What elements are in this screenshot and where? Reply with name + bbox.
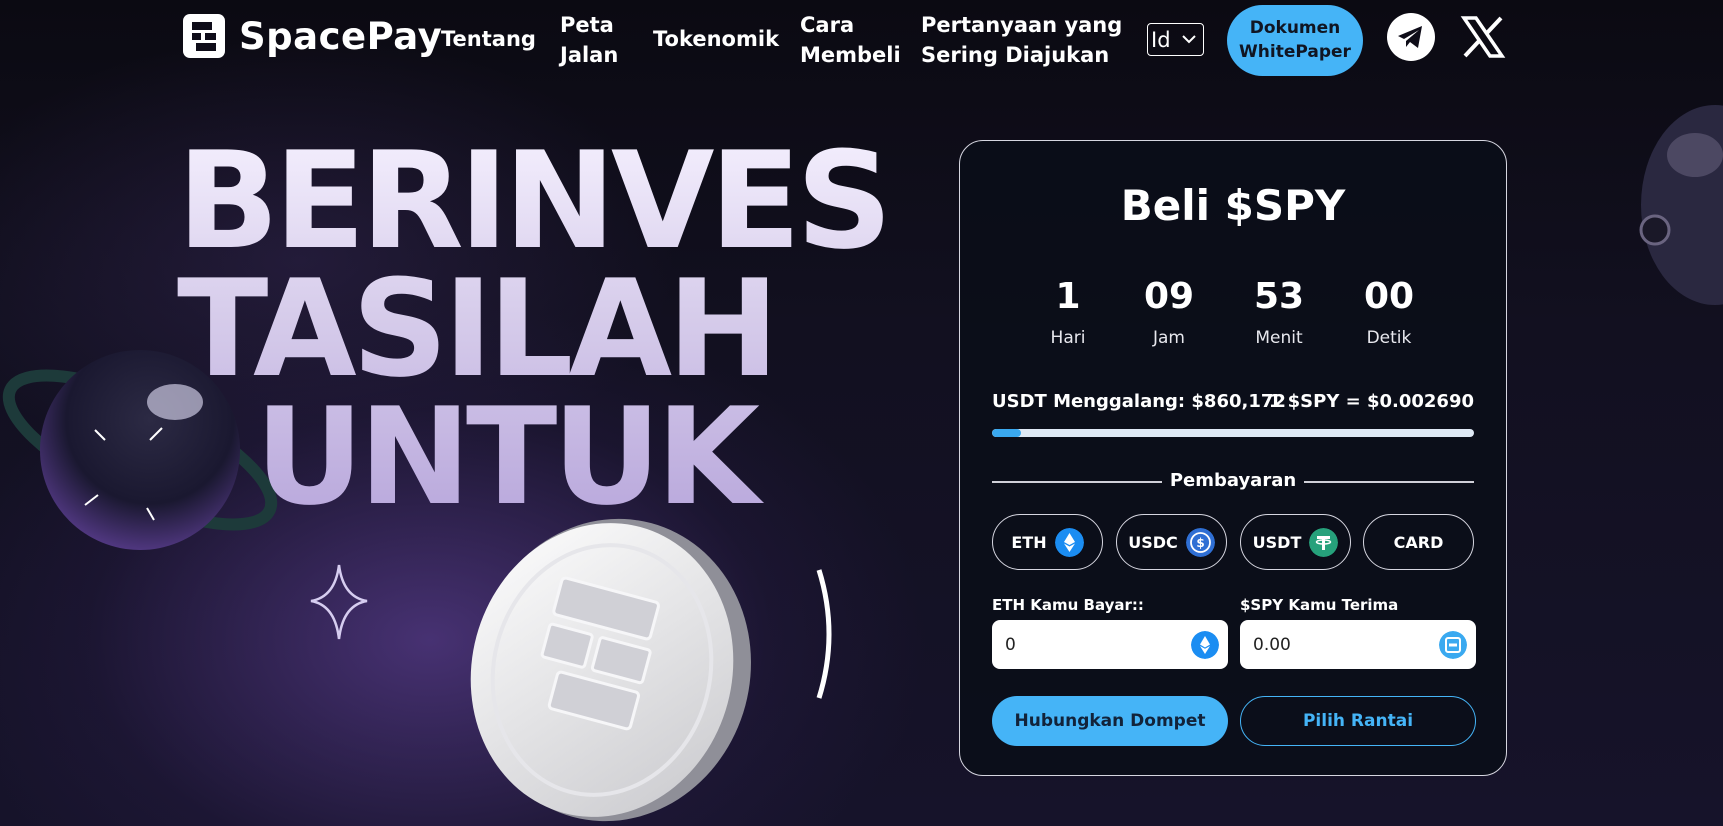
whitepaper-button-label: WhitePaper — [1239, 42, 1351, 62]
buy-title: Beli $SPY — [1120, 181, 1346, 230]
countdown-value: 09 — [1143, 276, 1195, 317]
usdc-icon: $ — [1185, 527, 1215, 557]
token-price: 1 $SPY = $0.002690 — [1268, 391, 1474, 412]
whitepaper-button-label: Dokumen — [1249, 18, 1341, 38]
chevron-down-icon — [1182, 35, 1196, 44]
payment-heading: Pembayaran — [1169, 470, 1297, 491]
spy-token-icon — [1439, 631, 1467, 659]
astronaut-helmet-icon — [1639, 105, 1723, 305]
nav-link-cara-membeli[interactable]: Cara Membeli — [800, 10, 901, 70]
language-select[interactable]: Id — [1147, 23, 1204, 56]
countdown-seconds: 00 Detik — [1344, 274, 1434, 350]
buy-widget: Beli $SPY 1 Hari 09 Jam 53 Menit 00 Deti… — [959, 140, 1507, 776]
select-chain-button[interactable]: Pilih Rantai — [1240, 696, 1476, 746]
pay-eth-button[interactable]: ETH — [992, 514, 1103, 570]
pay-card-button[interactable]: CARD — [1363, 514, 1474, 570]
countdown-value: 53 — [1253, 276, 1305, 317]
countdown-value: 1 — [1055, 276, 1081, 317]
nav-label: Membeli — [800, 43, 901, 67]
brand-name: SpacePay — [239, 14, 443, 58]
svg-text:$: $ — [1196, 536, 1204, 550]
countdown-label: Detik — [1366, 328, 1412, 348]
countdown-days: 1 Hari — [1023, 274, 1113, 350]
nav-label: Tentang — [441, 27, 536, 51]
eth-icon — [1054, 527, 1084, 557]
pay-amount-input[interactable] — [992, 620, 1172, 669]
receive-amount-input[interactable] — [1240, 620, 1420, 669]
nav-link-tentang[interactable]: Tentang — [441, 24, 536, 54]
language-value: Id — [1151, 27, 1171, 52]
countdown-label: Hari — [1050, 328, 1086, 348]
pay-amount-label: ETH Kamu Bayar:: — [992, 596, 1144, 614]
telegram-icon[interactable] — [1386, 12, 1436, 62]
presale-progress-fill — [992, 429, 1021, 437]
raised-amount: USDT Menggalang: $860,172 — [992, 391, 1286, 412]
nav-label: Cara — [800, 13, 855, 37]
pay-amount-field[interactable] — [992, 620, 1228, 669]
countdown-hours: 09 Jam — [1124, 274, 1214, 350]
nav-label: Sering Diajukan — [921, 43, 1110, 67]
arc-decoration-icon — [816, 569, 832, 699]
connect-wallet-button[interactable]: Hubungkan Dompet — [992, 696, 1228, 746]
hero-heading: BERINVES TASILAH UNTUK — [177, 137, 888, 521]
countdown-label: Menit — [1255, 328, 1303, 348]
pay-method-label: USDT — [1252, 532, 1302, 552]
eth-icon — [1191, 631, 1219, 659]
usdt-icon — [1309, 527, 1339, 557]
receive-amount-label: $SPY Kamu Terima — [1240, 596, 1399, 614]
nav-link-faq[interactable]: Pertanyaan yang Sering Diajukan — [921, 10, 1122, 70]
pay-usdc-button[interactable]: USDC $ — [1116, 514, 1227, 570]
nav-link-tokenomik[interactable]: Tokenomik — [653, 24, 779, 54]
x-icon[interactable] — [1460, 12, 1506, 62]
hero-line: TASILAH — [177, 251, 775, 407]
pay-method-label: USDC — [1128, 532, 1178, 552]
receive-amount-field[interactable] — [1240, 620, 1476, 669]
presale-progress-bar — [992, 429, 1474, 437]
pay-method-label: ETH — [1011, 532, 1047, 552]
countdown-value: 00 — [1363, 276, 1415, 317]
whitepaper-button[interactable]: Dokumen WhitePaper — [1227, 5, 1363, 76]
pay-usdt-button[interactable]: USDT — [1240, 514, 1351, 570]
nav-label: Peta — [560, 13, 614, 37]
nav-label: Tokenomik — [653, 27, 780, 51]
hero-line: BERINVES — [177, 123, 888, 279]
nav-label: Pertanyaan yang — [921, 13, 1123, 37]
nav-link-peta-jalan[interactable]: Peta Jalan — [560, 10, 618, 70]
nav-label: Jalan — [560, 43, 619, 67]
spacepay-logo-icon — [183, 14, 225, 58]
hero-line: UNTUK — [255, 379, 756, 535]
countdown-label: Jam — [1153, 328, 1185, 348]
countdown-minutes: 53 Menit — [1234, 274, 1324, 350]
brand-logo[interactable]: SpacePay — [183, 14, 442, 58]
pay-method-label: CARD — [1393, 532, 1444, 552]
sparkle-icon — [310, 564, 368, 640]
top-navigation: SpacePay Tentang Peta Jalan Tokenomik Ca… — [0, 0, 1723, 80]
spacepay-coin-icon — [470, 518, 751, 822]
